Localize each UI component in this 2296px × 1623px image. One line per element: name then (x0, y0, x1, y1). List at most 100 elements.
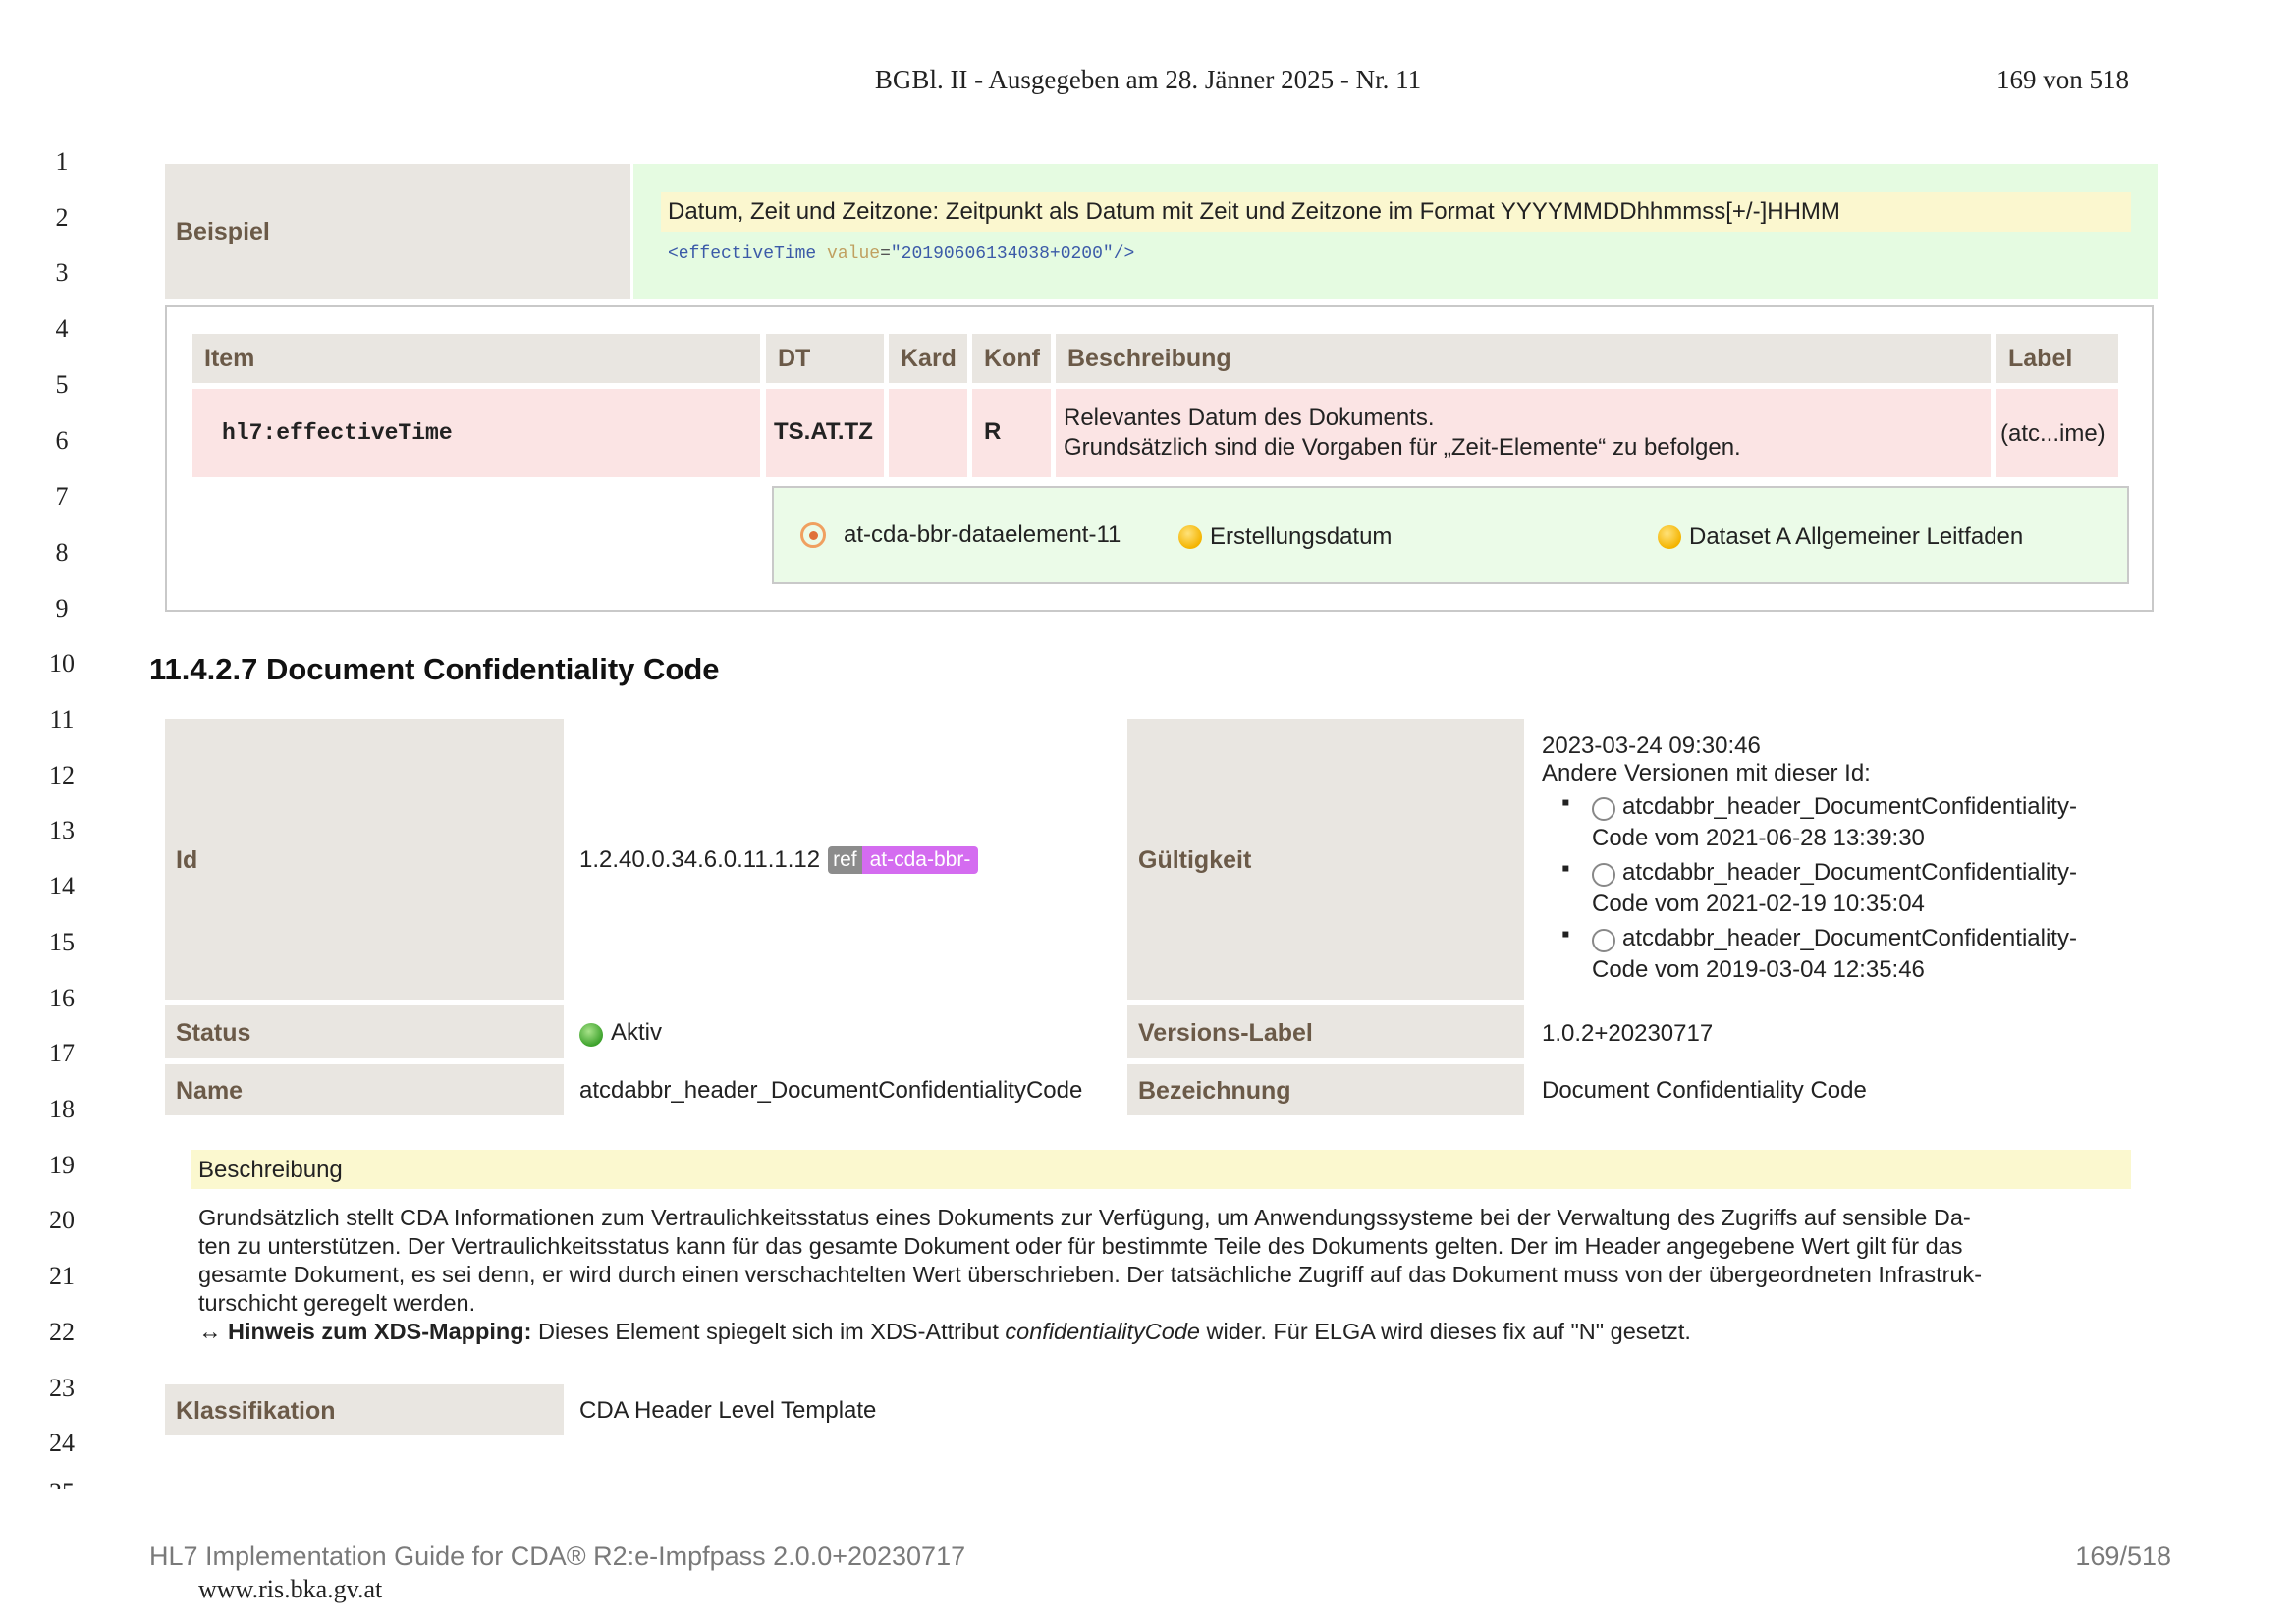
page-header-number: 169 von 518 (1996, 65, 2129, 94)
beispiel-label-cell: Beispiel (165, 164, 630, 299)
name-label-cell: Name (165, 1064, 564, 1115)
beschreibung-line: turschicht geregelt werden. (198, 1290, 476, 1316)
xds-hint-attribute: confidentialityCode (1005, 1319, 1200, 1344)
gueltigkeit-label-cell: Gültigkeit (1127, 719, 1524, 1000)
bullet: ▪ (1561, 855, 1570, 882)
footer-document-title: HL7 Implementation Guide for CDA® R2:e-I… (149, 1542, 966, 1571)
section-heading: 11.4.2.7 Document Confidentiality Code (149, 652, 720, 686)
dataset-element[interactable]: at-cda-bbr-dataelement-11 (800, 521, 1121, 549)
beispiel-example-box (633, 164, 2158, 299)
line-number: 3 (55, 258, 69, 287)
beschreibung-body: Grundsätzlich stellt CDA Informationen z… (198, 1204, 1982, 1346)
dataset-concept[interactable]: Erstellungsdatum (1178, 523, 1392, 551)
xds-hint-text2: wider. Für ELGA wird dieses fix auf "N" … (1206, 1319, 1691, 1344)
ref-badge[interactable]: ref at-cda-bbr- (828, 846, 979, 874)
bullet: ▪ (1561, 921, 1570, 947)
row-beschreibung-line2: Grundsätzlich sind die Vorgaben für „Zei… (1064, 434, 1741, 460)
col-header-kard: Kard (889, 334, 967, 383)
dataset-name-text: Dataset A Allgemeiner Leitfaden (1689, 523, 2024, 550)
beispiel-caption: Datum, Zeit und Zeitzone: Zeitpunkt als … (668, 198, 1840, 225)
line-number: 4 (55, 314, 69, 343)
footer-url[interactable]: www.ris.bka.gv.at (198, 1575, 382, 1604)
line-number: 7 (55, 482, 69, 511)
code-eq: = (880, 244, 891, 264)
line-number: 17 (49, 1039, 75, 1067)
klassifikation-label: Klassifikation (176, 1397, 336, 1425)
version-line2: Code vom 2019‑03‑04 12:35:46 (1592, 956, 1925, 983)
row-konf-cell: R (972, 389, 1051, 477)
id-label: Id (176, 846, 198, 874)
versions-label-cell: Versions-Label (1127, 1005, 1524, 1058)
status-value: Aktiv (611, 1019, 663, 1046)
name-value: atcdabbr_header_DocumentConfidentialityC… (579, 1077, 1083, 1104)
line-number: 24 (49, 1429, 75, 1457)
version-line1: atcdabbr_header_DocumentConfidentiality- (1622, 859, 2077, 886)
col-header-item: Item (192, 334, 760, 383)
line-number: 25 (37, 1478, 86, 1489)
xds-hint: ↔ Hinweis zum XDS-Mapping: Dieses Elemen… (198, 1318, 1982, 1346)
line-number: 1 (55, 147, 69, 176)
xds-hint-text1: Dieses Element spiegelt sich im XDS-Attr… (538, 1319, 999, 1344)
row-beschreibung-line1: Relevantes Datum des Dokuments. (1064, 405, 1435, 431)
dataset-element-id: at-cda-bbr-dataelement-11 (844, 521, 1121, 548)
col-header-beschreibung: Beschreibung (1056, 334, 1991, 383)
line-number: 5 (55, 370, 69, 399)
beschreibung-line: ten zu unterstützen. Der Vertraulichkeit… (198, 1233, 1963, 1259)
status-label: Status (176, 1019, 251, 1047)
line-number: 6 (55, 426, 69, 455)
radio-icon (1592, 929, 1615, 952)
line-number: 2 (55, 203, 69, 232)
version-line1: atcdabbr_header_DocumentConfidentiality- (1622, 925, 2077, 951)
klassifikation-value: CDA Header Level Template (579, 1397, 877, 1424)
id-label-cell: Id (165, 719, 564, 1000)
row-dt-cell: TS.AT.TZ (766, 389, 884, 477)
id-value: 1.2.40.0.34.6.0.11.1.12 (579, 846, 821, 873)
line-number: 11 (49, 705, 75, 733)
versions-label-label: Versions-Label (1138, 1019, 1313, 1047)
row-label: (atc...ime) (2000, 420, 2105, 447)
col-header-dt: DT (766, 334, 884, 383)
status-value-cell: Aktiv (579, 1019, 662, 1047)
beispiel-label: Beispiel (176, 218, 270, 245)
line-number: 18 (49, 1095, 75, 1123)
dataset-name[interactable]: Dataset A Allgemeiner Leitfaden (1658, 523, 2023, 551)
id-value-cell: 1.2.40.0.34.6.0.11.1.12 ref at-cda-bbr- (579, 846, 979, 874)
status-label-cell: Status (165, 1005, 564, 1058)
beschreibung-title-bar (191, 1150, 2131, 1189)
line-number: 20 (49, 1206, 75, 1234)
code-end: /> (1113, 244, 1135, 264)
line-number: 12 (49, 761, 75, 789)
xds-hint-label: Hinweis zum XDS-Mapping: (228, 1319, 532, 1344)
dataset-concept-name: Erstellungsdatum (1210, 523, 1393, 550)
bidirectional-arrow-icon: ↔ (198, 1319, 222, 1344)
row-label-cell: (atc...ime) (1996, 389, 2118, 477)
row-item-cell: hl7:effectiveTime (192, 389, 760, 477)
bezeichnung-label: Bezeichnung (1138, 1077, 1291, 1105)
line-number: 19 (49, 1151, 75, 1179)
beschreibung-line: gesamte Dokument, es sei denn, er wird d… (198, 1262, 1983, 1287)
col-header-konf: Konf (972, 334, 1051, 383)
footer-page-number: 169/518 (2075, 1542, 2171, 1571)
code-tag: <effectiveTime (668, 244, 817, 264)
code-value: "20190606134038+0200" (890, 244, 1114, 264)
beschreibung-line: Grundsätzlich stellt CDA Informationen z… (198, 1205, 1971, 1230)
radio-icon (1592, 863, 1615, 887)
beispiel-code: <effectiveTime value="20190606134038+020… (668, 244, 1134, 264)
bezeichnung-value: Document Confidentiality Code (1542, 1077, 1867, 1104)
dataset-dot-icon (1658, 525, 1681, 549)
code-attr: value (827, 244, 881, 264)
version-line2: Code vom 2021‑06‑28 13:39:30 (1592, 825, 1925, 851)
ref-badge-value: at-cda-bbr- (861, 846, 979, 874)
row-dt: TS.AT.TZ (774, 418, 873, 445)
line-number: 15 (49, 928, 75, 956)
row-item-name: hl7:effectiveTime (222, 420, 453, 446)
col-header-label: Label (1996, 334, 2118, 383)
line-number: 14 (49, 872, 75, 900)
row-kard-cell (889, 389, 967, 477)
bezeichnung-label-cell: Bezeichnung (1127, 1064, 1524, 1115)
ref-badge-label: ref (828, 846, 862, 874)
versions-label-value: 1.0.2+20230717 (1542, 1020, 1714, 1047)
gueltigkeit-label: Gültigkeit (1138, 846, 1252, 874)
target-icon (800, 522, 826, 548)
line-number: 16 (49, 984, 75, 1012)
